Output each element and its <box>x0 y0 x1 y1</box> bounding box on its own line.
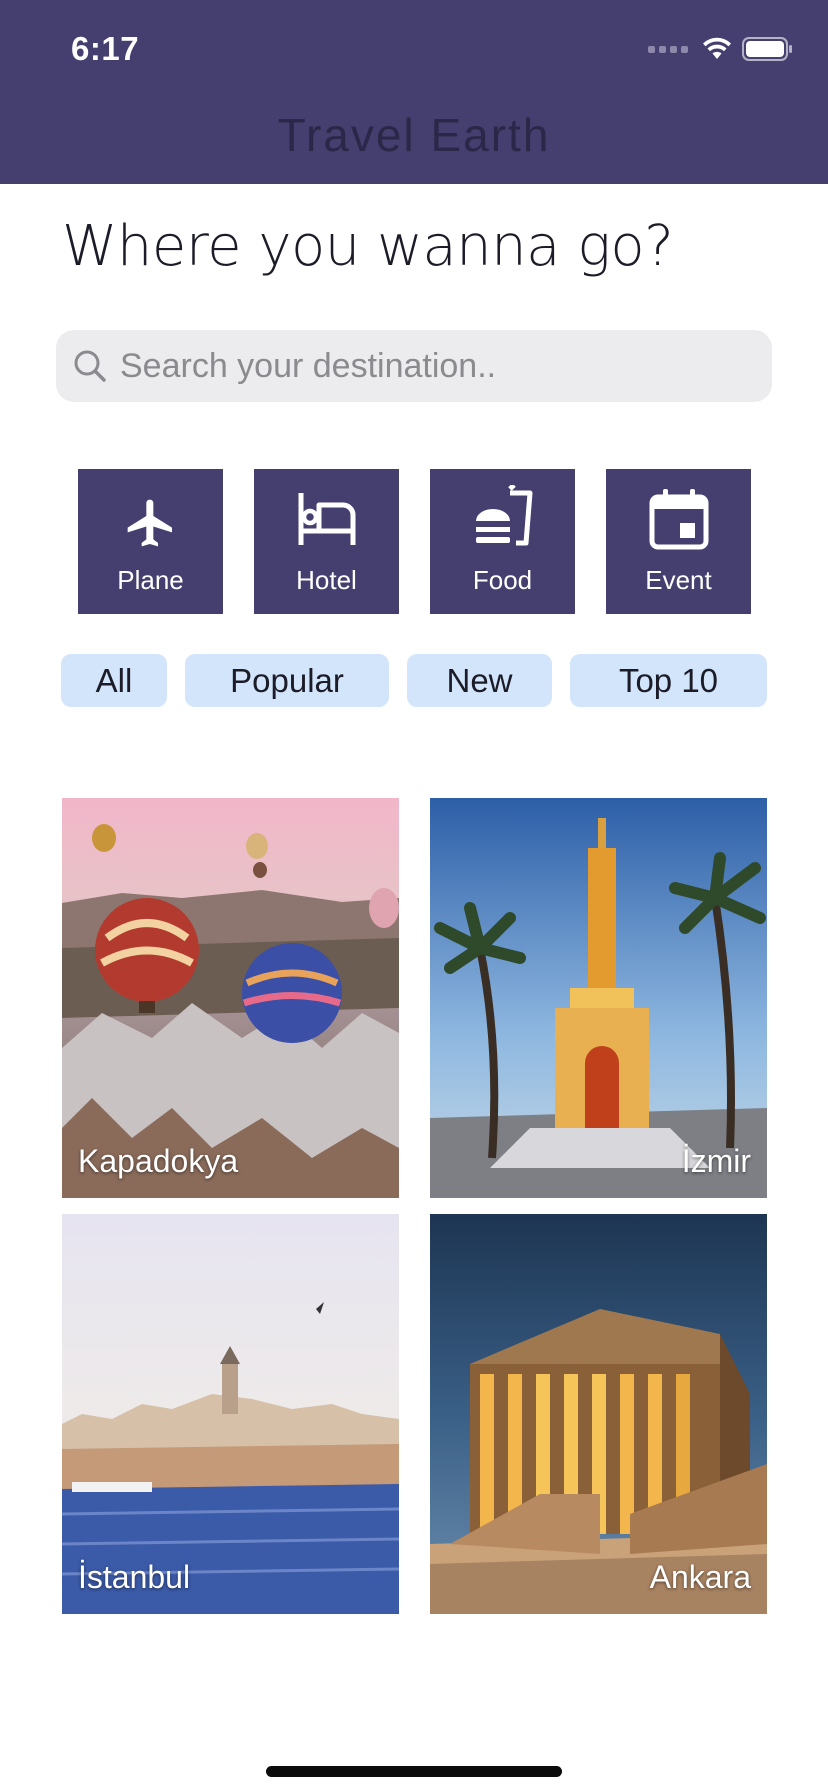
filter-chip-new[interactable]: New <box>407 654 552 707</box>
destination-card-kapadokya[interactable]: Kapadokya <box>62 798 399 1198</box>
search-icon <box>74 350 106 382</box>
filter-chip-all[interactable]: All <box>61 654 167 707</box>
filter-chip-top10[interactable]: Top 10 <box>570 654 767 707</box>
cellular-signal-icon <box>648 45 688 53</box>
search-input[interactable] <box>120 346 720 386</box>
category-label: Food <box>472 565 533 595</box>
home-indicator[interactable] <box>266 1766 562 1777</box>
status-time: 6:17 <box>71 30 140 67</box>
search-bar[interactable] <box>56 330 772 402</box>
wifi-icon <box>703 37 731 59</box>
app-header: 6:17 Travel Earth <box>0 0 828 184</box>
ankara-image <box>430 1214 767 1614</box>
category-label: Plane <box>117 565 184 595</box>
filter-chip-popular[interactable]: Popular <box>185 654 389 707</box>
food-icon <box>475 485 532 546</box>
category-food-button[interactable]: Food <box>430 469 575 614</box>
category-hotel-button[interactable]: Hotel <box>254 469 399 614</box>
destination-name: Kapadokya <box>78 1143 239 1179</box>
destination-name: İstanbul <box>78 1559 191 1595</box>
plane-icon <box>127 499 172 547</box>
category-label: Event <box>645 565 712 595</box>
destination-name: Ankara <box>649 1559 751 1595</box>
status-icons <box>648 36 794 62</box>
page-headline: Where you wanna go? <box>62 214 674 279</box>
category-label: Hotel <box>296 565 357 595</box>
battery-icon <box>742 37 792 61</box>
destination-card-izmir[interactable]: İzmir <box>430 798 767 1198</box>
istanbul-image <box>62 1214 399 1614</box>
bed-icon <box>298 493 355 545</box>
destination-card-ankara[interactable]: Ankara <box>430 1214 767 1614</box>
destination-card-istanbul[interactable]: İstanbul <box>62 1214 399 1614</box>
izmir-image <box>430 798 767 1198</box>
calendar-icon <box>649 489 708 550</box>
kapadokya-image <box>62 798 399 1198</box>
app-title: Travel Earth <box>277 109 551 161</box>
destination-name: İzmir <box>681 1143 751 1179</box>
category-plane-button[interactable]: Plane <box>78 469 223 614</box>
category-event-button[interactable]: Event <box>606 469 751 614</box>
